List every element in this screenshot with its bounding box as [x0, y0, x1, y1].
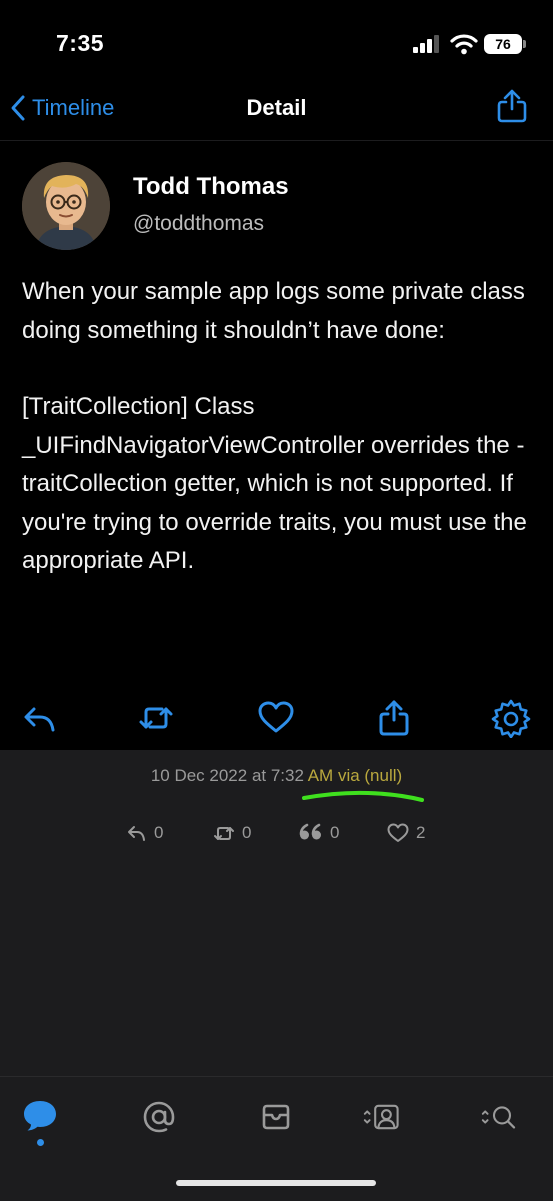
- reply-count-icon: [128, 826, 145, 841]
- battery-indicator: 76: [484, 34, 526, 54]
- source-text: AM via (null): [303, 766, 403, 785]
- messages-tab-icon[interactable]: [252, 1093, 300, 1141]
- retweet-count[interactable]: 0: [212, 822, 251, 844]
- tweet-author[interactable]: Todd Thomas @toddthomas: [0, 140, 553, 260]
- profile-tab-icon[interactable]: [360, 1093, 408, 1141]
- tweet-paragraph: [TraitCollection] Class _UIFindNavigator…: [22, 393, 527, 574]
- timeline-tab-icon[interactable]: [16, 1093, 64, 1141]
- cellular-signal-icon: [413, 35, 441, 53]
- active-tab-indicator: [37, 1139, 44, 1146]
- status-bar: 7:35 76: [0, 0, 553, 80]
- author-handle: @toddthomas: [133, 212, 265, 235]
- quote-count-value: 0: [330, 823, 340, 842]
- status-time: 7:35: [56, 30, 105, 56]
- timestamp-text: 10 Dec 2022 at 7:32: [150, 766, 304, 785]
- navigation-bar: Timeline Detail: [0, 80, 553, 141]
- quote-count[interactable]: 0: [298, 822, 339, 844]
- highlight-underline: [302, 790, 424, 802]
- reply-icon[interactable]: [20, 698, 60, 738]
- like-icon[interactable]: [256, 698, 296, 738]
- settings-icon[interactable]: [491, 698, 531, 738]
- avatar[interactable]: [22, 162, 110, 250]
- like-count-icon: [387, 823, 409, 842]
- like-count-value: 2: [416, 823, 426, 842]
- tweet-meta-panel: 10 Dec 2022 at 7:32 AM via (null) 0 0 0 …: [0, 750, 553, 1076]
- retweet-count-value: 0: [242, 823, 252, 842]
- like-count[interactable]: 2: [386, 822, 425, 844]
- quote-icon: [299, 823, 321, 840]
- reply-count-value: 0: [154, 823, 164, 842]
- share-icon[interactable]: [374, 698, 414, 738]
- retweet-count-icon: [214, 827, 234, 840]
- tweet-text: When your sample app logs some private c…: [22, 273, 532, 619]
- wifi-icon: [450, 34, 478, 55]
- author-name: Todd Thomas: [133, 173, 289, 200]
- reply-count[interactable]: 0: [126, 822, 163, 844]
- search-tab-icon[interactable]: [478, 1093, 526, 1141]
- tweet-actions: [0, 696, 553, 740]
- home-indicator[interactable]: [176, 1180, 376, 1186]
- mentions-tab-icon[interactable]: [135, 1093, 183, 1141]
- tweet-timestamp: 10 Dec 2022 at 7:32 AM via (null): [0, 766, 553, 786]
- retweet-icon[interactable]: [136, 698, 176, 738]
- share-button[interactable]: [494, 88, 530, 124]
- page-title: Detail: [246, 95, 307, 120]
- tweet-paragraph: When your sample app logs some private c…: [22, 278, 525, 344]
- engagement-counts: 0 0 0 2: [0, 822, 553, 850]
